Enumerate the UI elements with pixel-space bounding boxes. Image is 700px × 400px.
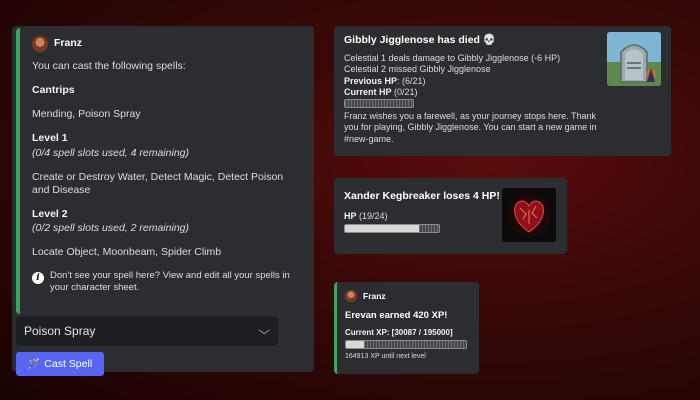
current-hp-label: Current HP: [344, 86, 392, 97]
current-hp-value: (0/21): [391, 86, 418, 97]
level1-slots: (0/4 spell slots used, 4 remaining): [32, 146, 189, 159]
spell-list-embed: Franz You can cast the following spells:…: [16, 28, 310, 314]
cantrips-list: Mending, Poison Spray: [32, 108, 141, 121]
level1-list: Create or Destroy Water, Detect Magic, D…: [32, 170, 284, 196]
farewell-text: Franz wishes you a farewell, as your jou…: [344, 111, 597, 144]
hp-label: HP: [344, 211, 357, 222]
hp-bar-fill: [345, 225, 420, 233]
death-hp-bar-empty: [345, 100, 413, 108]
hp-value: (19/24): [356, 211, 388, 222]
cast-spell-button[interactable]: 🪄 Cast Spell: [16, 352, 104, 376]
xp-current: Current XP: [30087 / 195000]: [345, 327, 453, 337]
hp-bar: [344, 224, 440, 234]
level2-slots: (0/2 spell slots used, 2 remaining): [32, 222, 189, 234]
xp-title: Erevan earned 420 XP!: [345, 310, 448, 321]
previous-hp-value: : (6/21): [397, 75, 426, 86]
spell-select-dropdown[interactable]: Poison Spray ⌵: [16, 316, 278, 346]
chevron-down-icon: ⌵: [257, 324, 270, 337]
cast-spell-label: Cast Spell: [44, 358, 93, 370]
heart-image: [502, 188, 556, 242]
xp-embed-author: Franz: [345, 290, 471, 302]
author-name: Franz: [54, 37, 83, 50]
death-embed: Gibbly Jigglenose has died 💀 Celestial 1…: [334, 26, 671, 156]
xp-author-name: Franz: [363, 290, 386, 301]
current-hp-line: Current HP (0/21): [344, 87, 661, 98]
magic-wand-icon: 🪄: [27, 358, 41, 370]
embed-author: Franz: [32, 36, 300, 52]
death-hp-bar: [344, 99, 414, 109]
hp-loss-embed: Xander Kegbreaker loses 4 HP! HP (19/24): [334, 178, 567, 254]
level2-heading: Level 2: [32, 207, 68, 220]
info-icon: i: [32, 272, 44, 285]
level2-list: Locate Object, Moonbeam, Spider Climb: [32, 246, 222, 259]
level1-heading: Level 1: [32, 132, 68, 145]
xp-remaining: 164913 XP until next level: [345, 352, 426, 360]
tombstone-image: [607, 32, 661, 86]
xp-bar-empty: [364, 340, 466, 348]
xp-bar: [345, 339, 467, 349]
xp-bar-fill: [346, 340, 364, 348]
spell-note-text: Don't see your spell here? View and edit…: [50, 270, 290, 294]
cantrips-heading: Cantrips: [32, 84, 75, 97]
spell-intro: You can cast the following spells:: [32, 60, 186, 72]
spell-note: i Don't see your spell here? View and ed…: [32, 270, 300, 294]
spell-select-value: Poison Spray: [24, 324, 96, 338]
author-avatar: [32, 36, 48, 52]
previous-hp-label: Previous HP: [344, 75, 398, 86]
xp-author-avatar: [345, 290, 357, 302]
hp-bar-empty: [419, 225, 439, 233]
xp-embed: Franz Erevan earned 420 XP! Current XP: …: [334, 282, 479, 374]
